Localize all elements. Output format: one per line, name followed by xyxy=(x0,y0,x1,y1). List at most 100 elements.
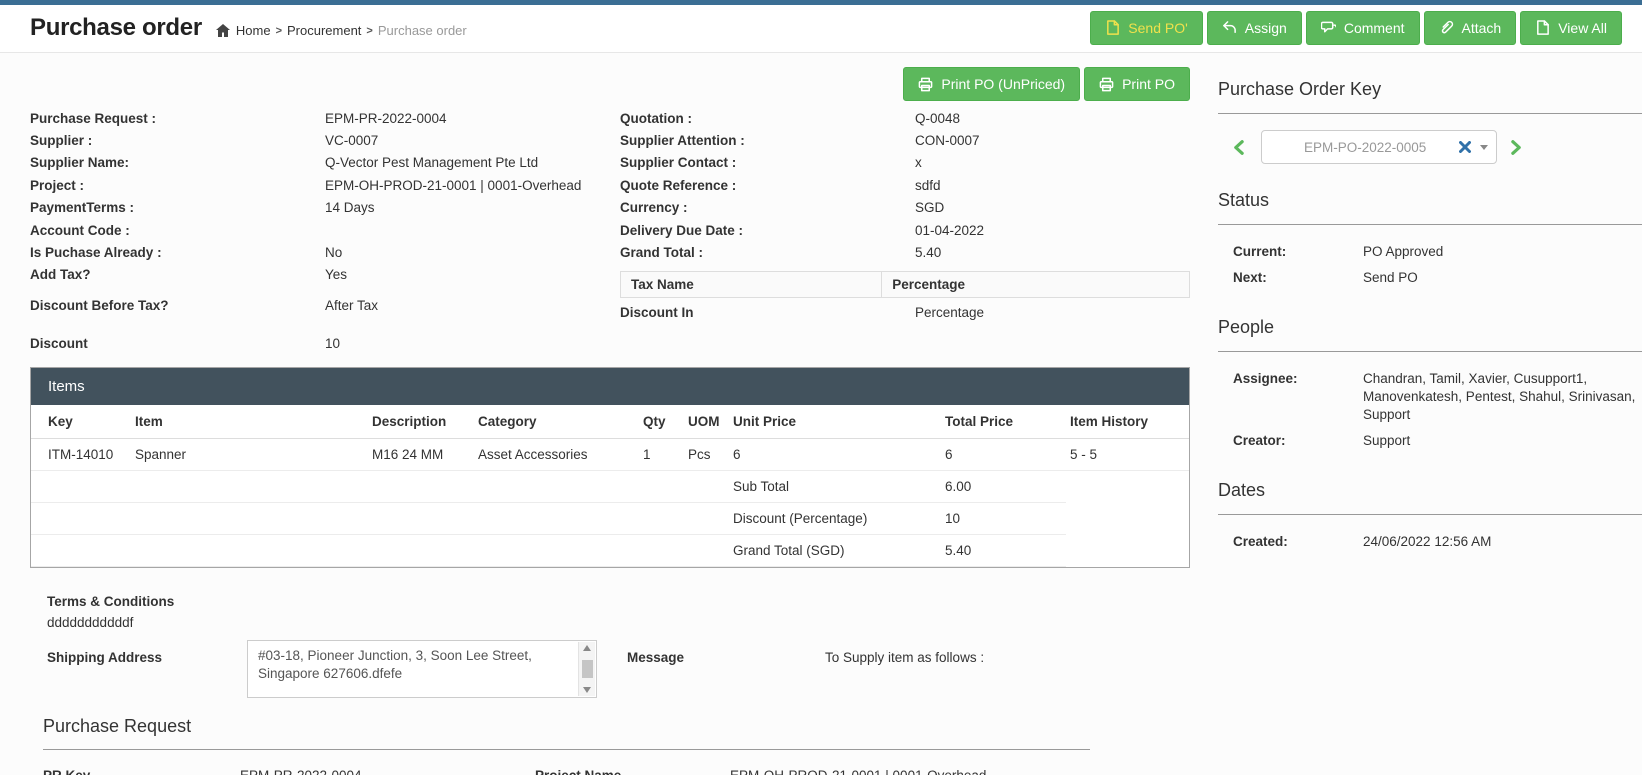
item-key: ITM-14010 xyxy=(31,438,131,470)
print-buttons-row: Print PO (UnPriced) Print PO xyxy=(30,67,1190,101)
message-value: To Supply item as follows : xyxy=(825,640,984,698)
terms-value: dddddddddddf xyxy=(47,615,1190,630)
field-label: Supplier Attention : xyxy=(620,132,915,149)
message-label: Message xyxy=(627,640,825,698)
field-value xyxy=(325,222,620,239)
field-currency: Currency :SGD xyxy=(620,197,1190,219)
dates-title: Dates xyxy=(1218,480,1642,515)
print-po-label: Print PO xyxy=(1122,76,1175,92)
comment-label: Comment xyxy=(1344,20,1405,36)
breadcrumb: Home > Procurement > Purchase order xyxy=(216,23,467,38)
breadcrumb-separator: > xyxy=(366,25,372,37)
shipping-address-textarea[interactable]: #03-18, Pioneer Junction, 3, Soon Lee St… xyxy=(247,640,597,698)
home-icon xyxy=(216,24,230,37)
summary-row-grand-total: Grand Total (SGD) 5.40 xyxy=(31,534,1189,566)
field-label: Grand Total : xyxy=(620,244,915,261)
next-po-button[interactable] xyxy=(1507,139,1524,156)
attach-button[interactable]: Attach xyxy=(1424,11,1517,45)
creator-row: Creator: Support xyxy=(1233,428,1642,454)
caret-down-icon[interactable] xyxy=(1480,145,1488,150)
item-unit-price: 6 xyxy=(729,438,941,470)
summary-value: 10 xyxy=(941,502,1066,534)
field-label: Add Tax? xyxy=(30,266,325,283)
field-discount-before-tax: Discount Before Tax?After Tax xyxy=(30,294,620,316)
scroll-up-icon[interactable] xyxy=(583,645,591,651)
breadcrumb-procurement[interactable]: Procurement xyxy=(287,23,361,38)
pr-key-row: PR Key EPM-PR-2022-0004 Project Name EPM… xyxy=(43,764,1190,775)
purchase-request-section: Purchase Request PR Key EPM-PR-2022-0004… xyxy=(30,716,1190,775)
col-item-history: Item History xyxy=(1066,405,1189,439)
field-label: Discount In xyxy=(620,304,915,321)
field-project: Project :EPM-OH-PROD-21-0001 | 0001-Over… xyxy=(30,174,620,196)
col-qty: Qty xyxy=(639,405,684,439)
field-value: Yes xyxy=(325,266,620,283)
print-po-button[interactable]: Print PO xyxy=(1084,67,1190,101)
right-sidebar: Purchase Order Key EPM-PO-2022-0005 Stat… xyxy=(1218,53,1642,775)
clear-selection-icon[interactable] xyxy=(1459,141,1471,153)
spacer-cell xyxy=(1066,470,1189,502)
status-section: Status Current: PO Approved Next: Send P… xyxy=(1218,190,1642,291)
col-category: Category xyxy=(474,405,639,439)
scroll-down-icon[interactable] xyxy=(583,687,591,693)
field-value: No xyxy=(325,244,620,261)
printer-icon xyxy=(1099,77,1114,92)
field-value: 5.40 xyxy=(915,244,1190,261)
field-label: Is Puchase Already : xyxy=(30,244,325,261)
po-key-selected-value: EPM-PO-2022-0005 xyxy=(1304,140,1426,155)
previous-po-button[interactable] xyxy=(1231,139,1248,156)
field-account-code: Account Code : xyxy=(30,219,620,241)
purchase-request-title: Purchase Request xyxy=(30,716,1190,737)
current-value: PO Approved xyxy=(1363,243,1642,261)
summary-label: Sub Total xyxy=(729,470,941,502)
field-label: Account Code : xyxy=(30,222,325,239)
field-label: Discount Before Tax? xyxy=(30,297,325,314)
people-section: People Assignee: Chandran, Tamil, Xavier… xyxy=(1218,317,1642,454)
comment-button[interactable]: Comment xyxy=(1306,11,1420,45)
tax-name-header: Tax Name xyxy=(621,272,882,297)
assign-label: Assign xyxy=(1245,20,1287,36)
field-label: Delivery Due Date : xyxy=(620,222,915,239)
tax-percentage-header: Percentage xyxy=(882,272,1189,297)
field-label: Discount xyxy=(30,335,325,352)
field-label: Supplier : xyxy=(30,132,325,149)
created-value: 24/06/2022 12:56 AM xyxy=(1363,533,1642,551)
summary-row-subtotal: Sub Total 6.00 xyxy=(31,470,1189,502)
col-item: Item xyxy=(131,405,368,439)
terms-block: Terms & Conditions dddddddddddf xyxy=(47,594,1190,630)
breadcrumb-current: Purchase order xyxy=(378,23,467,38)
textarea-scrollbar[interactable] xyxy=(578,642,595,696)
next-value: Send PO xyxy=(1363,269,1642,287)
po-key-select[interactable]: EPM-PO-2022-0005 xyxy=(1261,130,1497,164)
page-title: Purchase order xyxy=(30,14,202,42)
field-is-purchase-already: Is Puchase Already :No xyxy=(30,241,620,263)
item-category: Asset Accessories xyxy=(474,438,639,470)
field-label: PaymentTerms : xyxy=(30,199,325,216)
field-value: 14 Days xyxy=(325,199,620,216)
shipping-message-row: Shipping Address #03-18, Pioneer Junctio… xyxy=(47,640,1190,698)
dates-section: Dates Created: 24/06/2022 12:56 AM xyxy=(1218,480,1642,555)
details-left-column: Purchase Request :EPM-PR-2022-0004 Suppl… xyxy=(30,107,620,355)
spacer-cell xyxy=(31,502,729,534)
field-value: Q-0048 xyxy=(915,110,1190,127)
field-label: Purchase Request : xyxy=(30,110,325,127)
print-po-unpriced-label: Print PO (UnPriced) xyxy=(941,76,1065,92)
main-panel: Print PO (UnPriced) Print PO Purchase Re… xyxy=(30,53,1190,775)
send-po-button[interactable]: Send PO' xyxy=(1090,11,1203,45)
item-row[interactable]: ITM-14010 Spanner M16 24 MM Asset Access… xyxy=(31,438,1189,470)
view-all-button[interactable]: View All xyxy=(1520,11,1622,45)
po-key-navigator: EPM-PO-2022-0005 xyxy=(1231,130,1642,164)
item-history: 5 - 5 xyxy=(1066,438,1189,470)
print-po-unpriced-button[interactable]: Print PO (UnPriced) xyxy=(903,67,1080,101)
field-value: Q-Vector Pest Management Pte Ltd xyxy=(325,154,620,171)
field-supplier-attention: Supplier Attention :CON-0007 xyxy=(620,129,1190,151)
reply-arrow-icon xyxy=(1222,20,1237,35)
col-unit-price: Unit Price xyxy=(729,405,941,439)
shipping-address-label: Shipping Address xyxy=(47,640,247,698)
attach-label: Attach xyxy=(1462,20,1502,36)
breadcrumb-home[interactable]: Home xyxy=(236,23,271,38)
scrollbar-thumb[interactable] xyxy=(582,660,593,678)
assignee-value: Chandran, Tamil, Xavier, Cusupport1, Man… xyxy=(1363,370,1642,424)
spacer-cell xyxy=(31,470,729,502)
assign-button[interactable]: Assign xyxy=(1207,11,1302,45)
details-right-column: Quotation :Q-0048 Supplier Attention :CO… xyxy=(620,107,1190,355)
